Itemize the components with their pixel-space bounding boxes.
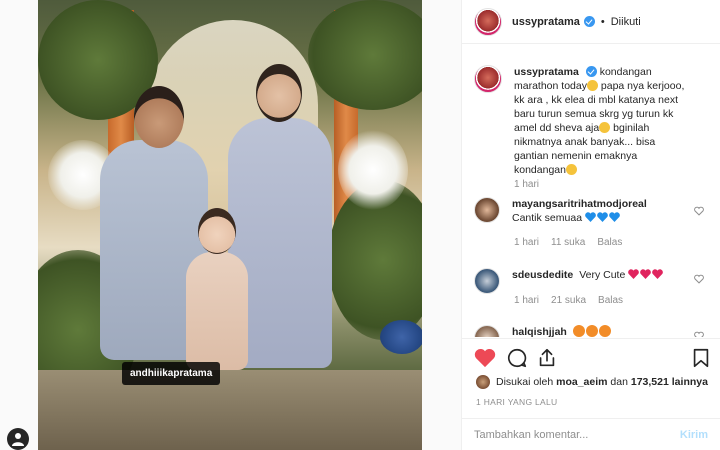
heart-eyes-icon — [598, 325, 611, 337]
avatar[interactable] — [474, 197, 500, 223]
comment-likes[interactable]: 21 suka — [551, 295, 586, 306]
comment-text: Cantik semuaa — [512, 212, 583, 224]
comments-list[interactable]: ussypratama kondangan marathon today pap… — [462, 45, 720, 337]
like-comment-heart-icon[interactable] — [694, 331, 704, 337]
heart-eyes-icon — [572, 325, 585, 337]
likes-prefix: Disukai oleh — [496, 376, 554, 388]
caption: ussypratama kondangan marathon today pap… — [474, 65, 690, 177]
reply-button[interactable]: Balas — [597, 237, 622, 248]
share-icon[interactable] — [536, 347, 558, 369]
comment-body: mayangsaritrihatmodjoreal Cantik semuaa — [512, 197, 688, 225]
comment-text: Very Cute — [579, 269, 626, 281]
comment-bubble-icon[interactable] — [506, 347, 528, 369]
post-header: ussypratama • Diikuti — [462, 0, 720, 44]
photo-floor — [38, 370, 422, 450]
red-heart-icon — [640, 269, 652, 279]
comment-username[interactable]: halqishjjah — [512, 326, 567, 337]
blue-heart-icon — [609, 212, 620, 222]
caption-username[interactable]: ussypratama — [514, 66, 579, 78]
comment-body: sdeusdedite Very Cute — [512, 268, 688, 294]
post-photo-panel: andhiiikapratama — [0, 0, 462, 450]
red-heart-icon — [652, 269, 664, 279]
grinning-face-icon — [565, 164, 577, 175]
comment-meta: 1 hari 11 suka Balas — [514, 237, 634, 248]
comment-body: halqishjjah — [512, 325, 688, 337]
caption-meta: 1 hari — [514, 179, 551, 190]
comment-row: mayangsaritrihatmodjoreal Cantik semuaa — [474, 197, 688, 225]
likes-summary[interactable]: Disukai oleh moa_aeim dan 173,521 lainny… — [476, 375, 708, 389]
avatar[interactable] — [474, 7, 502, 36]
heart-filled-icon[interactable] — [474, 347, 496, 369]
grinning-face-icon — [599, 122, 611, 133]
avatar[interactable] — [474, 325, 500, 337]
post-side-panel: ussypratama • Diikuti ussypratama kondan… — [462, 0, 720, 450]
person-left-head — [134, 86, 184, 148]
comment-username[interactable]: sdeusdedite — [512, 269, 573, 281]
likes-connector: dan — [610, 376, 628, 388]
caption-time[interactable]: 1 hari — [514, 179, 539, 190]
red-heart-icon — [628, 269, 640, 279]
caption-body: ussypratama kondangan marathon today pap… — [514, 65, 690, 177]
photo-vase — [380, 320, 422, 354]
action-bar: Disukai oleh moa_aeim dan 173,521 lainny… — [462, 338, 720, 398]
like-comment-heart-icon[interactable] — [694, 274, 704, 284]
comment-time[interactable]: 1 hari — [514, 237, 539, 248]
comment-input[interactable] — [474, 428, 680, 441]
comment-meta: 1 hari 21 suka Balas — [514, 295, 635, 306]
comment-row: halqishjjah — [474, 325, 688, 337]
blue-heart-icon — [585, 212, 596, 222]
header-separator: • — [600, 15, 605, 28]
comment-row: sdeusdedite Very Cute — [474, 268, 688, 294]
person-child-head — [198, 208, 236, 254]
blue-heart-icon — [597, 212, 608, 222]
avatar[interactable] — [474, 65, 502, 93]
post-photo[interactable]: andhiiikapratama — [38, 0, 422, 450]
heart-eyes-icon — [585, 325, 598, 337]
comment-composer: Kirim — [462, 418, 720, 450]
avatar — [476, 375, 490, 389]
likes-first-user[interactable]: moa_aeim — [556, 376, 607, 388]
like-comment-heart-icon[interactable] — [694, 206, 704, 216]
bookmark-icon[interactable] — [690, 347, 712, 369]
grinning-face-icon — [586, 80, 598, 91]
header-username[interactable]: ussypratama — [512, 16, 580, 28]
photo-flowers — [338, 130, 408, 210]
photo-foliage — [308, 0, 422, 110]
follow-status-button[interactable]: Diikuti — [611, 16, 641, 28]
verified-badge-icon — [583, 16, 595, 27]
likes-suffix[interactable]: lainnya — [672, 376, 708, 388]
post-date[interactable]: 1 HARI YANG LALU — [476, 397, 558, 407]
comment-time[interactable]: 1 hari — [514, 295, 539, 306]
photo-user-tag[interactable]: andhiiikapratama — [122, 362, 221, 385]
likes-count[interactable]: 173,521 — [631, 376, 669, 388]
send-button[interactable]: Kirim — [680, 429, 708, 441]
person-child-dress — [186, 252, 248, 370]
verified-badge-icon — [585, 66, 597, 77]
reply-button[interactable]: Balas — [598, 295, 623, 306]
person-icon[interactable] — [7, 428, 29, 450]
avatar[interactable] — [474, 268, 500, 294]
comment-username[interactable]: mayangsaritrihatmodjoreal — [512, 197, 685, 211]
comment-likes[interactable]: 11 suka — [551, 237, 585, 248]
person-right-head — [256, 64, 302, 122]
